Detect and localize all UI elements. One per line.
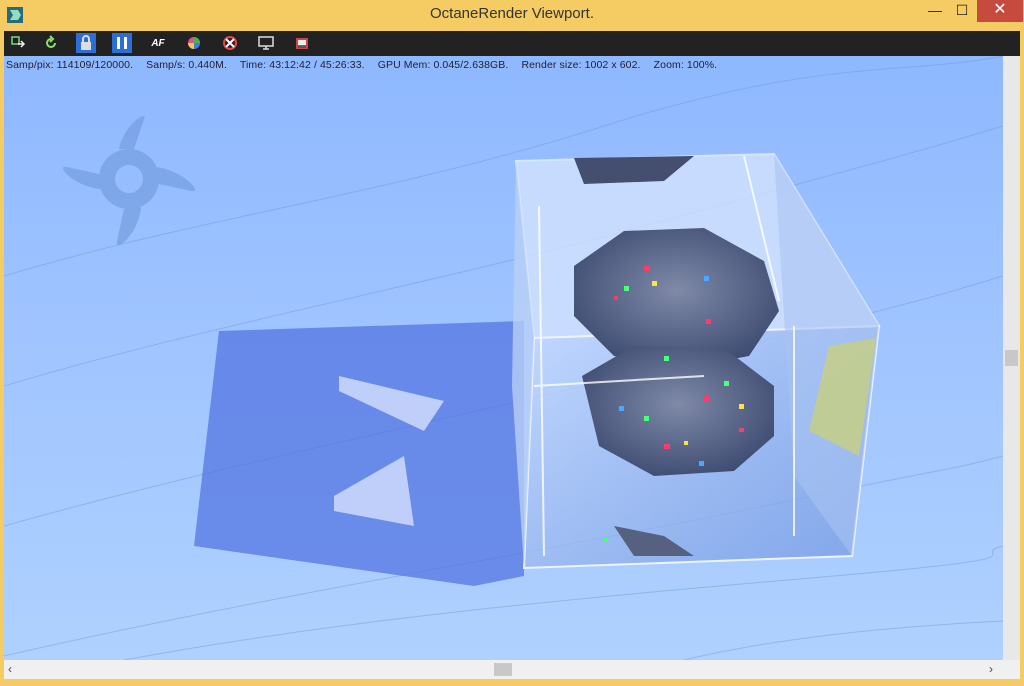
display-button[interactable]: [256, 33, 276, 53]
pause-icon: [117, 37, 127, 49]
window-title: OctaneRender Viewport.: [430, 5, 594, 22]
maximize-button[interactable]: ☐: [945, 0, 979, 22]
render-status-bar: Samp/pix: 114109/120000. Samp/s: 0.440M.…: [6, 59, 727, 71]
scroll-left-icon[interactable]: ‹: [8, 662, 12, 676]
close-button[interactable]: ✕: [977, 0, 1023, 22]
render-toolbar: AF: [4, 31, 1020, 56]
render-viewport[interactable]: Samp/pix: 114109/120000. Samp/s: 0.440M.…: [4, 56, 1003, 660]
octane-viewport-window: OctaneRender Viewport. — ☐ ✕ AF Samp/pix…: [0, 0, 1024, 686]
save-image-button[interactable]: [292, 33, 312, 53]
horizontal-scroll-thumb[interactable]: [494, 663, 512, 676]
samples-per-second: Samp/s: 0.440M.: [146, 59, 228, 71]
color-picker-button[interactable]: [184, 33, 204, 53]
zoom-level: Zoom: 100%.: [653, 59, 718, 71]
send-scene-icon: [11, 36, 26, 48]
clear-region-icon: [223, 36, 237, 50]
restart-render-icon: [46, 35, 56, 48]
display-icon: [258, 36, 274, 50]
color-picker-icon: [188, 37, 200, 49]
render-time: Time: 43:12:42 / 45:26:33.: [239, 59, 365, 71]
render-image: [4, 56, 1003, 660]
save-image-icon: [296, 38, 308, 49]
cube-shadow: [194, 321, 524, 586]
render-size: Render size: 1002 x 602.: [521, 59, 641, 71]
autofocus-icon: AF: [151, 37, 165, 49]
pause-button[interactable]: [112, 33, 132, 53]
scroll-right-icon[interactable]: ›: [989, 662, 993, 676]
vertical-scrollbar[interactable]: [1003, 56, 1020, 660]
gpu-memory: GPU Mem: 0.045/2.638GB.: [377, 59, 509, 71]
autofocus-button[interactable]: AF: [148, 33, 168, 53]
title-bar[interactable]: OctaneRender Viewport. — ☐ ✕: [0, 0, 1024, 31]
clear-region-button[interactable]: [220, 33, 240, 53]
vertical-scroll-thumb[interactable]: [1005, 350, 1018, 366]
lock-icon: [81, 35, 91, 50]
send-scene-button[interactable]: [8, 33, 28, 53]
octane-logo-watermark: [62, 115, 196, 246]
lock-button[interactable]: [76, 33, 96, 53]
samples-per-pixel: Samp/pix: 114109/120000.: [6, 59, 134, 71]
restart-render-button[interactable]: [41, 33, 61, 53]
horizontal-scrollbar[interactable]: ‹ ›: [4, 660, 1020, 679]
